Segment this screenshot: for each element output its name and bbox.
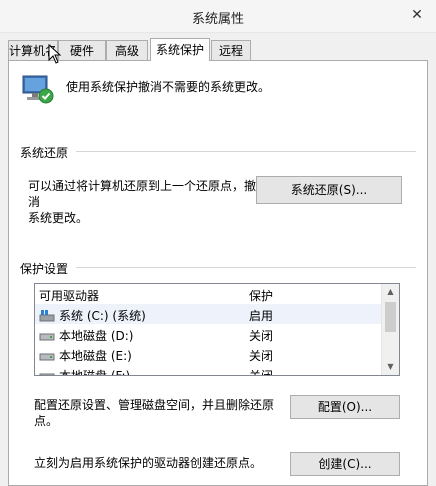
list-item[interactable]: 系统 (C:) (系统) 启用 — [35, 304, 383, 324]
protection-status: 关闭 — [249, 369, 274, 376]
tab-advanced[interactable]: 高级 — [106, 40, 148, 60]
drive-name: 系统 (C:) (系统) — [59, 309, 146, 323]
disk-drive-icon — [39, 353, 55, 360]
title-bar: 系统属性 ✕ — [0, 0, 436, 33]
configure-button[interactable]: 配置(O)... — [290, 395, 400, 419]
list-item[interactable]: 本地磁盘 (D:) 关闭 — [35, 324, 383, 344]
tab-hardware[interactable]: 硬件 — [58, 40, 106, 60]
tab-system-protection[interactable]: 系统保护 — [150, 38, 210, 61]
list-item[interactable]: 本地磁盘 (F:) 关闭 — [35, 364, 383, 376]
drive-cell: 系统 (C:) (系统) — [39, 307, 146, 324]
system-restore-heading: 系统还原 — [20, 146, 69, 160]
configure-description: 配置还原设置、管理磁盘空间，并且删除还原点。 — [34, 398, 275, 428]
scroll-up-arrow-icon[interactable]: ▲ — [382, 284, 399, 300]
scroll-down-arrow-icon[interactable]: ▼ — [382, 359, 399, 375]
drive-list-header: 可用驱动器 保护 — [35, 284, 383, 304]
drive-cell: 本地磁盘 (D:) — [39, 327, 133, 344]
section-divider — [76, 151, 416, 152]
mouse-cursor-icon — [48, 44, 62, 64]
disk-drive-icon — [39, 333, 55, 340]
protection-status: 关闭 — [249, 329, 274, 343]
tab-remote[interactable]: 远程 — [211, 40, 251, 60]
system-drive-icon — [39, 309, 55, 321]
protection-status: 关闭 — [249, 349, 274, 363]
list-item[interactable]: 本地磁盘 (E:) 关闭 — [35, 344, 383, 364]
system-restore-button[interactable]: 系统还原(S)... — [256, 176, 402, 204]
drive-cell: 本地磁盘 (E:) — [39, 347, 132, 364]
drive-name: 本地磁盘 (E:) — [59, 349, 132, 363]
section-divider — [76, 267, 416, 268]
drive-cell: 本地磁盘 (F:) — [39, 367, 131, 376]
close-icon[interactable]: ✕ — [406, 4, 428, 26]
intro-text: 使用系统保护撤消不需要的系统更改。 — [66, 80, 271, 94]
system-restore-description-line1: 可以通过将计算机还原到上一个还原点，撤消 — [28, 179, 257, 209]
protection-status: 启用 — [249, 309, 274, 323]
column-header-drives[interactable]: 可用驱动器 — [39, 287, 99, 304]
disk-drive-icon — [39, 373, 55, 375]
scrollbar-thumb[interactable] — [385, 302, 396, 332]
system-restore-description: 可以通过将计算机还原到上一个还原点，撤消 系统更改。 — [28, 178, 258, 226]
create-button[interactable]: 创建(C)... — [290, 452, 400, 476]
column-header-protection[interactable]: 保护 — [249, 287, 273, 304]
vertical-scrollbar[interactable]: ▲ ▼ — [381, 284, 399, 375]
system-restore-description-line2: 系统更改。 — [28, 211, 89, 225]
drive-name: 本地磁盘 (D:) — [59, 329, 134, 343]
window-title: 系统属性 — [191, 12, 244, 27]
drive-list[interactable]: 可用驱动器 保护 系统 (C:) (系统) 启用 本地磁盘 (D:) 关闭 本地… — [34, 283, 400, 376]
drive-name: 本地磁盘 (F:) — [59, 369, 131, 376]
system-protection-icon — [22, 75, 54, 104]
create-description: 立刻为启用系统保护的驱动器创建还原点。 — [34, 456, 263, 470]
protection-settings-heading: 保护设置 — [20, 262, 69, 276]
